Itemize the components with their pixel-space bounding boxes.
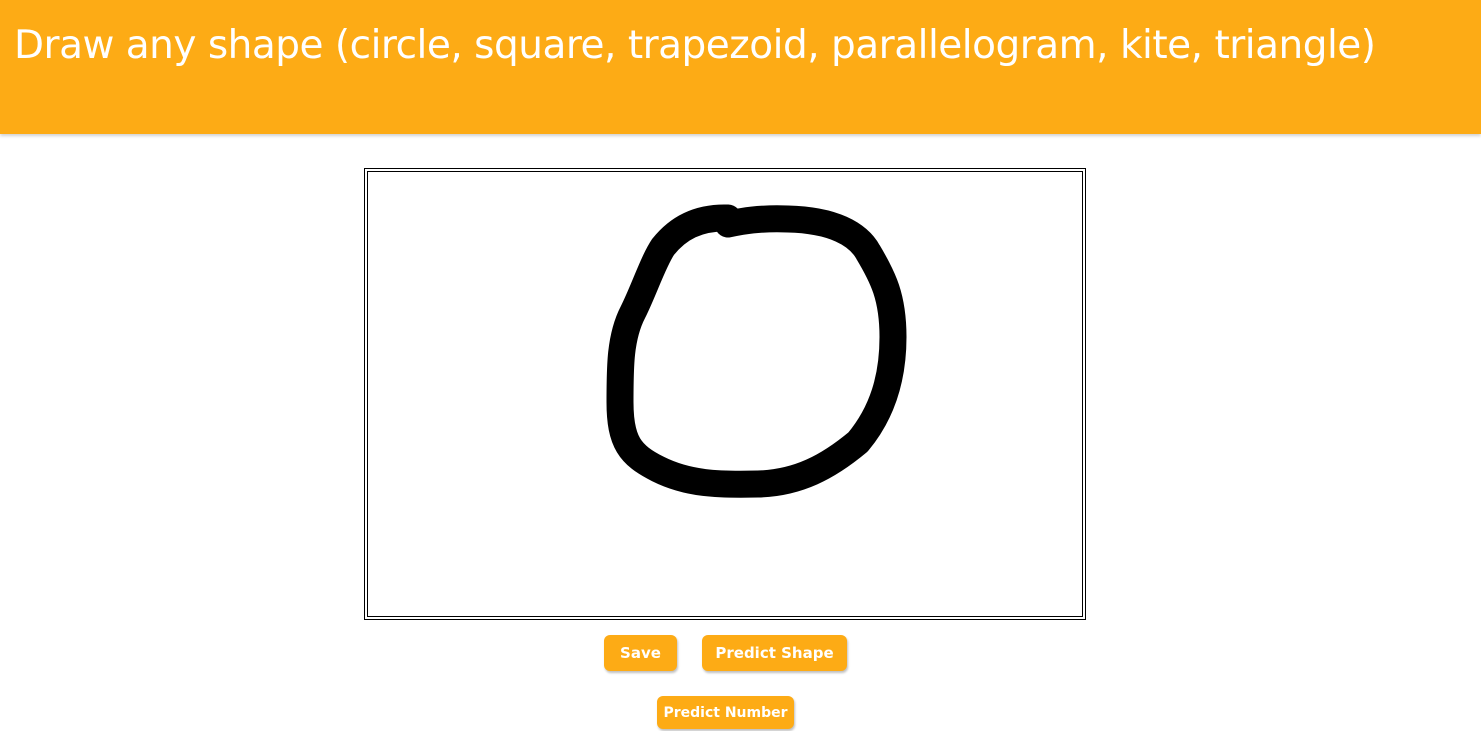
page-header: Draw any shape (circle, square, trapezoi… [0, 0, 1481, 134]
drawn-stroke [606, 204, 907, 498]
predict-shape-button[interactable]: Predict Shape [702, 635, 847, 671]
drawing-surface[interactable] [367, 171, 1083, 617]
predict-number-button[interactable]: Predict Number [657, 696, 794, 729]
drawing-canvas[interactable] [364, 168, 1086, 620]
page-title: Draw any shape (circle, square, trapezoi… [14, 23, 1376, 68]
save-button[interactable]: Save [604, 635, 677, 671]
